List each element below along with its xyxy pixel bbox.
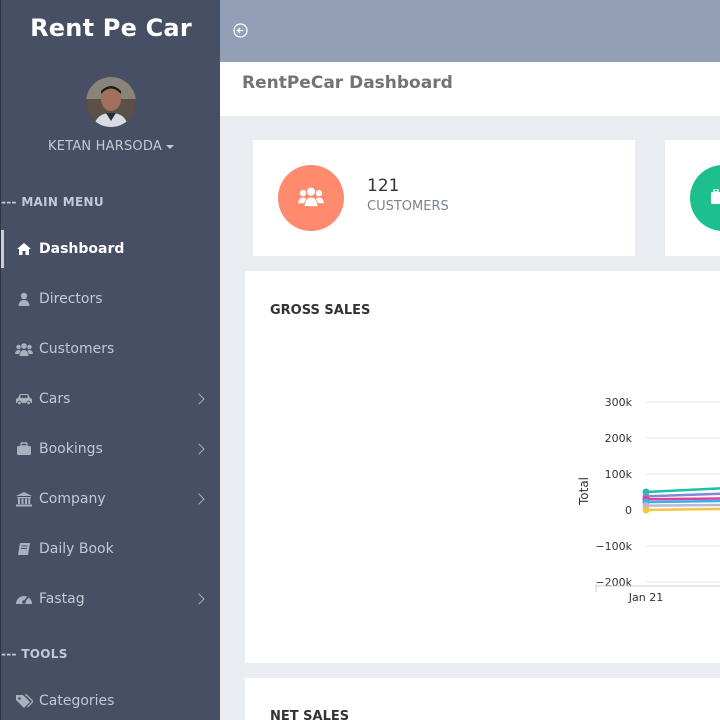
y-axis-label: Total [577, 477, 591, 506]
sidebar-item-bookings[interactable]: Bookings [1, 430, 221, 468]
sidebar-item-customers[interactable]: Customers [1, 330, 221, 368]
car-icon [15, 391, 33, 407]
sidebar-item-label: Dashboard [39, 241, 125, 257]
tags-icon [15, 693, 33, 709]
sidebar: Rent Pe Car KETAN HARSODA --- MAIN MENU … [0, 0, 220, 720]
series-line [645, 492, 720, 498]
sidebar-item-label: Categories [39, 693, 115, 709]
y-tick-label: −200k [595, 576, 632, 589]
home-icon [15, 241, 33, 257]
user-name: KETAN HARSODA [48, 139, 162, 154]
gross-sales-title: GROSS SALES [270, 303, 371, 318]
user-menu[interactable]: KETAN HARSODA [1, 139, 221, 154]
sidebar-item-fastag[interactable]: Fastag [1, 580, 221, 618]
section-tools: --- TOOLS [1, 647, 68, 661]
top-bar [220, 0, 720, 62]
section-main-menu: --- MAIN MENU [1, 195, 104, 209]
page-title: RentPeCar Dashboard [242, 73, 453, 93]
dashboard-icon [15, 591, 33, 607]
sidebar-item-cars[interactable]: Cars [1, 380, 221, 418]
sidebar-item-label: Company [39, 491, 106, 507]
book-icon [15, 541, 33, 557]
stat-label: CUSTOMERS [367, 199, 449, 214]
y-tick-label: 300k [605, 396, 633, 409]
series-line [645, 499, 720, 504]
sidebar-item-label: Customers [39, 341, 115, 357]
y-tick-label: −100k [595, 540, 632, 553]
sidebar-item-label: Daily Book [39, 541, 114, 557]
series-line [645, 487, 720, 494]
briefcase-icon [15, 441, 33, 457]
stat-value: 121 [367, 176, 400, 196]
x-tick-label: Jan 21 [628, 591, 663, 604]
sidebar-item-label: Bookings [39, 441, 103, 457]
avatar[interactable] [86, 77, 136, 127]
series-line [645, 497, 720, 501]
chevron-right-icon [193, 593, 205, 605]
users-icon [298, 185, 324, 211]
y-tick-label: 0 [625, 504, 632, 517]
stat-icon-circle [278, 165, 344, 231]
series-line [645, 503, 720, 507]
collapse-sidebar-icon[interactable] [233, 23, 248, 38]
data-point [642, 506, 650, 514]
briefcase-icon [710, 188, 720, 209]
net-sales-title: NET SALES [270, 709, 350, 720]
chevron-right-icon [193, 493, 205, 505]
chevron-right-icon [193, 393, 205, 405]
chevron-right-icon [193, 443, 205, 455]
user-icon [15, 291, 33, 307]
sidebar-item-daily-book[interactable]: Daily Book [1, 530, 221, 568]
series-line [645, 507, 720, 512]
gross-sales-chart: 300k 200k 100k 0 −100k −200k Jan 21 Total [577, 396, 720, 604]
sidebar-item-label: Cars [39, 391, 71, 407]
bank-icon [15, 491, 33, 507]
brand-logo-text[interactable]: Rent Pe Car [1, 14, 221, 42]
sidebar-item-label: Fastag [39, 591, 85, 607]
sidebar-item-directors[interactable]: Directors [1, 280, 221, 318]
caret-down-icon [165, 144, 174, 149]
sidebar-item-categories[interactable]: Categories [1, 682, 221, 720]
users-icon [15, 341, 33, 357]
sidebar-item-label: Directors [39, 291, 103, 307]
sidebar-item-company[interactable]: Company [1, 480, 221, 518]
sidebar-item-dashboard[interactable]: Dashboard [1, 230, 221, 268]
y-tick-label: 200k [605, 432, 633, 445]
y-tick-label: 100k [605, 468, 633, 481]
